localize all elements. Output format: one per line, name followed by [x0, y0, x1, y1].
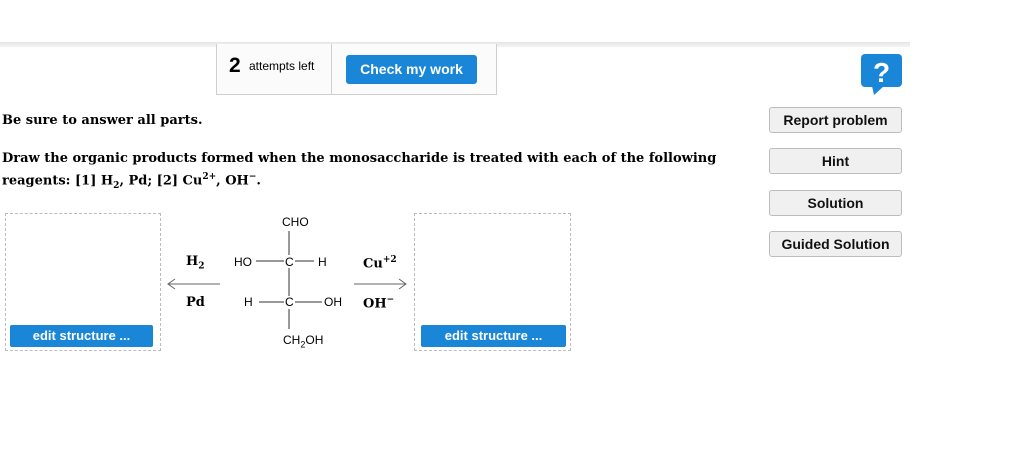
- ch2oh-group: CH2OH: [283, 333, 324, 350]
- hint-button[interactable]: Hint: [769, 148, 902, 174]
- report-problem-button[interactable]: Report problem: [769, 107, 902, 133]
- row2-right-group: OH: [324, 295, 342, 309]
- right-reaction-arrow: [354, 278, 407, 290]
- row2-carbon: C: [285, 295, 294, 309]
- solution-button[interactable]: Solution: [769, 190, 902, 216]
- help-glyph: ?: [873, 57, 890, 88]
- attempts-label: attempts left: [249, 59, 315, 73]
- row1-right-group: H: [318, 255, 327, 269]
- right-reagent-top: Cu+2: [363, 255, 397, 272]
- left-reaction-arrow: [167, 278, 220, 290]
- right-edit-structure-button[interactable]: edit structure ...: [421, 325, 566, 347]
- left-reagent-bottom: Pd: [186, 295, 205, 310]
- guided-solution-button[interactable]: Guided Solution: [769, 231, 902, 257]
- row1-carbon: C: [285, 255, 294, 269]
- question-line-2: reagents: [1] H2, Pd; [2] Cu2+, OH−.: [2, 172, 261, 191]
- fischer-bonds: [256, 231, 322, 329]
- cho-group: CHO: [282, 215, 309, 229]
- question-line-1: Draw the organic products formed when th…: [2, 151, 717, 166]
- instruction-text: Be sure to answer all parts.: [2, 113, 203, 128]
- attempts-count: 2: [229, 54, 241, 77]
- check-panel: Check my work: [331, 44, 497, 95]
- left-reagent-top: H2: [186, 254, 205, 272]
- check-my-work-button[interactable]: Check my work: [346, 55, 477, 84]
- right-reagent-bottom: OH−: [363, 295, 395, 312]
- row1-left-group: HO: [234, 255, 252, 269]
- attempts-panel: 2 attempts left: [216, 44, 332, 95]
- left-edit-structure-button[interactable]: edit structure ...: [10, 325, 153, 347]
- row2-left-group: H: [244, 295, 253, 309]
- help-icon[interactable]: ?: [860, 53, 903, 96]
